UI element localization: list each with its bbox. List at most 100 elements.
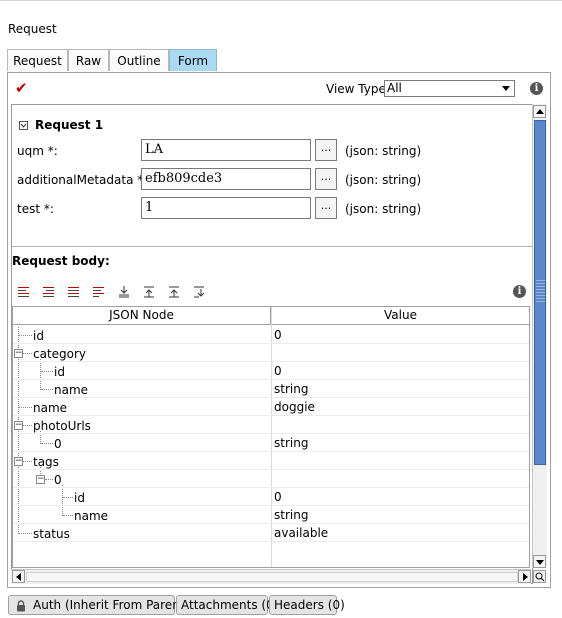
row-divider — [13, 505, 529, 506]
collapse-node-icon[interactable]: − — [14, 421, 23, 430]
tree-node[interactable]: id — [54, 365, 65, 379]
node-value[interactable]: string — [274, 508, 308, 522]
tree-node[interactable]: category — [33, 347, 86, 361]
zoom-icon[interactable] — [533, 570, 546, 583]
tab-headers[interactable]: Headers (0) — [269, 595, 345, 615]
node-value[interactable]: 0 — [274, 328, 282, 342]
tree-node[interactable]: id — [33, 329, 44, 343]
tab-auth-label: Auth (Inherit From Parent) — [33, 598, 190, 612]
row-divider — [13, 469, 529, 470]
horizontal-scroll-track[interactable] — [26, 572, 518, 582]
tree-connector — [19, 335, 32, 336]
tree-connector — [19, 533, 32, 534]
view-type-value: All — [387, 81, 402, 95]
tree-node[interactable]: 0 — [54, 437, 62, 451]
scroll-up-button[interactable] — [533, 105, 546, 118]
tree-connector — [63, 515, 73, 516]
format-indent-icon[interactable] — [42, 286, 56, 298]
row-divider — [13, 397, 529, 398]
collapse-node-icon[interactable]: − — [14, 349, 23, 358]
param-input-uqm[interactable]: LA — [141, 139, 311, 161]
request-body-title: Request body: — [12, 254, 110, 268]
format-align-left-icon[interactable] — [17, 286, 31, 298]
node-value[interactable]: available — [274, 526, 328, 540]
tab-raw[interactable]: Raw — [68, 49, 109, 71]
view-type-label: View Type: — [326, 82, 390, 96]
param-input-test[interactable]: 1 — [141, 197, 311, 219]
move-to-bottom-icon[interactable] — [117, 286, 131, 298]
row-divider — [13, 541, 529, 542]
row-divider — [13, 487, 529, 488]
tree-node[interactable]: photoUrls — [33, 419, 91, 433]
lock-icon — [17, 600, 25, 612]
param-edit-button-test[interactable]: ... — [315, 197, 337, 219]
tree-node[interactable]: 0 — [54, 473, 62, 487]
format-justify-icon[interactable] — [67, 286, 81, 298]
tree-node[interactable]: name — [74, 509, 108, 523]
tab-form[interactable]: Form — [169, 49, 217, 71]
node-value[interactable]: 0 — [274, 490, 282, 504]
section-divider — [12, 246, 532, 247]
node-value[interactable]: string — [274, 382, 308, 396]
row-divider — [13, 379, 529, 380]
tree-connector — [41, 443, 53, 444]
tree-connector — [45, 479, 53, 480]
collapse-node-icon[interactable]: − — [14, 457, 23, 466]
row-divider — [13, 415, 529, 416]
node-value[interactable]: doggie — [274, 400, 315, 414]
scroll-left-button[interactable] — [12, 570, 25, 583]
column-separator — [271, 307, 272, 567]
param-label-uqm: uqm *: — [17, 144, 58, 158]
node-value[interactable]: 0 — [274, 364, 282, 378]
param-label-additional-metadata: additionalMetadata *: — [17, 173, 148, 187]
move-up-icon[interactable] — [167, 286, 181, 298]
param-edit-button-uqm[interactable]: ... — [315, 139, 337, 161]
checkmark-icon[interactable]: ✔ — [15, 79, 28, 97]
tab-request[interactable]: Request — [7, 49, 68, 71]
tree-connector — [41, 389, 53, 390]
column-header-value[interactable]: Value — [272, 307, 529, 325]
tree-connector — [41, 371, 53, 372]
tree-connector — [23, 353, 32, 354]
move-down-icon[interactable] — [192, 286, 206, 298]
tree-connector — [19, 407, 32, 408]
tree-node[interactable]: tags — [33, 455, 59, 469]
scroll-right-button[interactable] — [518, 570, 531, 583]
node-value[interactable]: string — [274, 436, 308, 450]
tab-attachments[interactable]: Attachments (0) — [176, 595, 278, 615]
scroll-down-button[interactable] — [533, 555, 546, 568]
tree-connector — [18, 327, 19, 534]
tree-connector — [40, 359, 41, 390]
row-divider — [13, 523, 529, 524]
info-icon[interactable]: i — [530, 82, 543, 95]
param-type-additional-metadata: (json: string) — [345, 173, 422, 187]
column-header-json-node[interactable]: JSON Node — [13, 307, 271, 325]
param-edit-button-additional-metadata[interactable]: ... — [315, 168, 337, 190]
row-divider — [13, 433, 529, 434]
tree-node[interactable]: status — [33, 527, 70, 541]
section-title: Request — [8, 22, 57, 36]
request-group-title: Request 1 — [35, 118, 104, 132]
chevron-down-icon — [502, 86, 510, 91]
view-type-select[interactable]: All — [384, 80, 515, 97]
param-type-uqm: (json: string) — [345, 144, 422, 158]
collapse-icon[interactable] — [19, 121, 28, 130]
param-label-test: test *: — [17, 202, 54, 216]
format-outdent-icon[interactable] — [92, 286, 106, 298]
param-type-test: (json: string) — [345, 202, 422, 216]
move-to-top-icon[interactable] — [142, 286, 156, 298]
tree-node[interactable]: name — [54, 383, 88, 397]
collapse-node-icon[interactable]: − — [36, 475, 45, 484]
tree-connector — [23, 425, 32, 426]
tab-auth[interactable]: Auth (Inherit From Parent) — [8, 595, 189, 615]
row-divider — [13, 361, 529, 362]
info-icon[interactable]: i — [513, 285, 526, 298]
tab-outline[interactable]: Outline — [109, 49, 169, 71]
tree-node[interactable]: name — [33, 401, 67, 415]
row-divider — [13, 343, 529, 344]
param-input-additional-metadata[interactable]: efb809cde3 — [141, 168, 311, 190]
top-divider — [0, 0, 562, 1]
tree-connector — [62, 485, 63, 516]
tree-node[interactable]: id — [74, 491, 85, 505]
tree-connector — [63, 497, 73, 498]
